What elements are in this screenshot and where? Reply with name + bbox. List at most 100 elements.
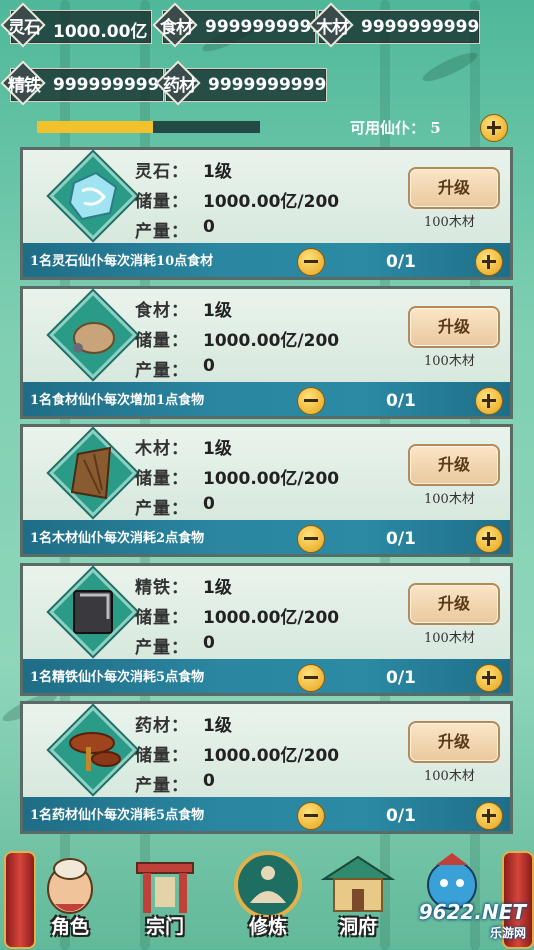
upgrade-cost: 100木材 (424, 769, 475, 784)
output-label: 产量： (135, 222, 189, 242)
card-level: 1级 (203, 578, 232, 598)
resource-card: 精铁： 1级 储量： 1000.00亿/200 产量： 0 升级 100木材 1… (20, 563, 513, 699)
output-label: 产量： (135, 499, 189, 519)
resource-tag: 灵石 (8, 18, 41, 38)
card-name: 食材： (135, 301, 189, 321)
upgrade-button[interactable]: 升级 (408, 444, 500, 486)
remove-servant-button[interactable] (297, 802, 325, 830)
upgrade-button[interactable]: 升级 (408, 167, 500, 209)
nav-sect[interactable]: 宗门 (125, 849, 205, 945)
storage-label: 储量： (135, 331, 189, 351)
resource-value: 9999999999 (208, 75, 327, 95)
nav-label: 洞府 (338, 916, 377, 938)
card-name: 灵石： (135, 162, 189, 182)
servant-description: 1名食材仙仆每次增加1点食物 (30, 393, 205, 408)
watermark-bottom: 乐游网 (489, 926, 526, 940)
available-label: 可用仙仆： (350, 119, 426, 137)
servant-description: 1名木材仙仆每次消耗2点食物 (30, 531, 205, 546)
spirit-stone-icon (68, 171, 118, 221)
available-servants: 可用仙仆： 5 (350, 117, 441, 138)
add-servant-button[interactable] (480, 114, 508, 142)
resource-food: 食材 9999999999 (152, 2, 323, 48)
storage-label: 储量： (135, 469, 189, 489)
servant-description: 1名药材仙仆每次消耗5点食物 (30, 808, 205, 823)
card-output: 0 (203, 771, 215, 791)
remove-servant-button[interactable] (297, 525, 325, 553)
servant-count: 0/1 (386, 806, 416, 826)
remove-servant-button[interactable] (297, 387, 325, 415)
card-storage: 1000.00亿/200 (203, 469, 340, 489)
resource-value: 9999999999 (53, 75, 172, 95)
card-name: 药材： (135, 716, 189, 736)
storage-label: 储量： (135, 192, 189, 212)
card-name: 木材： (135, 439, 189, 459)
resource-wood: 木材 9999999999 (308, 2, 480, 48)
card-storage: 1000.00亿/200 (203, 746, 340, 766)
add-servant-button[interactable] (475, 525, 503, 553)
resource-tag: 精铁 (8, 76, 41, 96)
card-level: 1级 (203, 716, 232, 736)
card-storage: 1000.00亿/200 (203, 331, 340, 351)
nav-cultivate[interactable]: 修炼 (228, 849, 308, 945)
servant-count: 0/1 (386, 391, 416, 411)
resource-card: 药材： 1级 储量： 1000.00亿/200 产量： 0 升级 100木材 1… (20, 701, 513, 837)
card-output: 0 (203, 633, 215, 653)
remove-servant-button[interactable] (297, 248, 325, 276)
resource-iron: 精铁 9999999999 (0, 60, 171, 106)
servant-description: 1名精铁仙仆每次消耗5点食物 (30, 670, 205, 685)
nav-label: 修炼 (248, 916, 287, 938)
add-servant-button[interactable] (475, 248, 503, 276)
sect-gate-icon (136, 862, 194, 913)
resource-value: 1000.00亿 (53, 22, 148, 42)
card-storage: 1000.00亿/200 (203, 192, 340, 212)
cave-house-icon (320, 855, 396, 912)
upgrade-button[interactable]: 升级 (408, 583, 500, 625)
nav-character[interactable]: 角色 (30, 849, 110, 945)
progress-bar (37, 121, 260, 133)
herb-icon (69, 732, 121, 771)
character-icon (47, 858, 93, 914)
add-servant-button[interactable] (475, 387, 503, 415)
upgrade-cost: 100木材 (424, 492, 475, 507)
resource-value: 9999999999 (361, 17, 480, 37)
nav-label: 角色 (50, 916, 89, 938)
servant-count: 0/1 (386, 252, 416, 272)
bottom-nav: 角色 宗门 修炼 洞府 9622.NET 乐游网 (0, 843, 534, 949)
upgrade-cost: 100木材 (424, 354, 475, 369)
progress-fill (37, 121, 153, 133)
output-label: 产量： (135, 361, 189, 381)
add-servant-button[interactable] (475, 802, 503, 830)
upgrade-cost: 100木材 (424, 215, 475, 230)
nav-cave-house[interactable]: 洞府 (318, 849, 398, 945)
card-output: 0 (203, 494, 215, 514)
card-level: 1级 (203, 162, 232, 182)
watermark: 9622.NET 乐游网 (419, 900, 526, 941)
nav-label: 宗门 (145, 916, 184, 938)
resource-spirit-stone: 灵石 1000.00亿 (0, 2, 152, 48)
output-label: 产量： (135, 638, 189, 658)
resource-card: 食材： 1级 储量： 1000.00亿/200 产量： 0 升级 100木材 1… (20, 286, 513, 422)
card-level: 1级 (203, 439, 232, 459)
resource-herb: 药材 9999999999 (155, 60, 327, 106)
wood-icon (70, 446, 112, 500)
resource-value: 9999999999 (205, 17, 324, 37)
add-servant-button[interactable] (475, 664, 503, 692)
food-ingredient-icon (73, 322, 115, 354)
storage-label: 储量： (135, 746, 189, 766)
watermark-top: 9622.NET (418, 900, 526, 924)
resource-tag: 木材 (316, 18, 349, 38)
remove-servant-button[interactable] (297, 664, 325, 692)
resource-tag: 食材 (160, 18, 193, 38)
card-name: 精铁： (135, 578, 189, 598)
card-storage: 1000.00亿/200 (203, 608, 340, 628)
card-output: 0 (203, 217, 215, 237)
available-count: 5 (430, 119, 441, 137)
servant-description: 1名灵石仙仆每次消耗10点食材 (30, 254, 214, 269)
servant-count: 0/1 (386, 668, 416, 688)
upgrade-button[interactable]: 升级 (408, 306, 500, 348)
card-level: 1级 (203, 301, 232, 321)
resource-card: 灵石： 1级 储量： 1000.00亿/200 产量： 0 升级 100木材 1… (20, 147, 513, 283)
resource-card: 木材： 1级 储量： 1000.00亿/200 产量： 0 升级 100木材 1… (20, 424, 513, 560)
upgrade-button[interactable]: 升级 (408, 721, 500, 763)
storage-label: 储量： (135, 608, 189, 628)
